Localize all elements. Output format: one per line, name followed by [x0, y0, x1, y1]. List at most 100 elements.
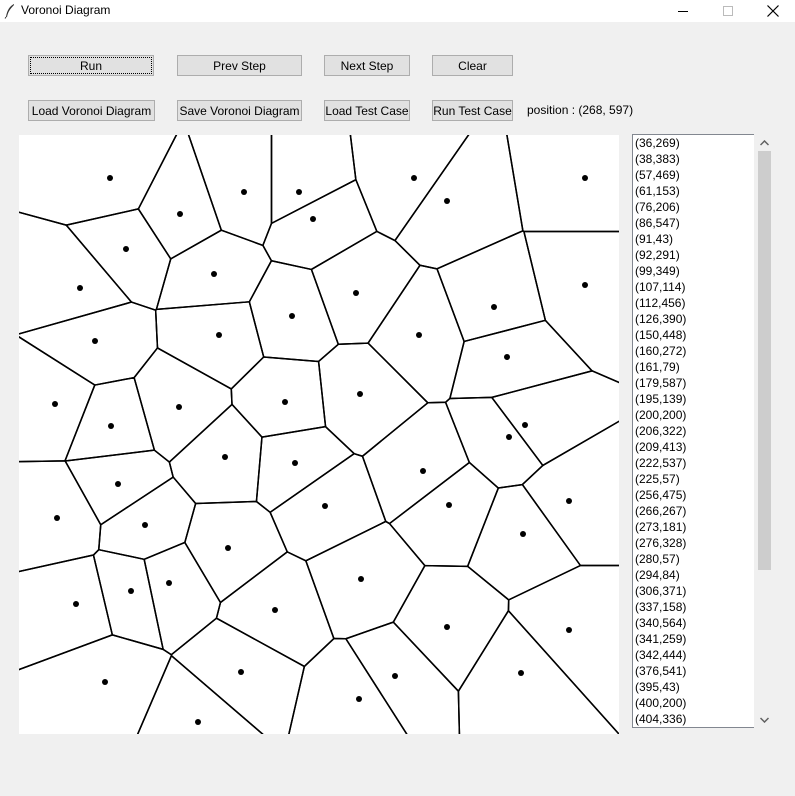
site-point — [416, 332, 422, 338]
point-list-item[interactable]: (107,114) — [633, 279, 754, 295]
run-test-case-button[interactable]: Run Test Case — [432, 100, 513, 121]
point-list-item[interactable]: (294,84) — [633, 567, 754, 583]
run-button[interactable]: Run — [28, 55, 154, 76]
site-point — [142, 522, 148, 528]
load-voronoi-diagram-button[interactable]: Load Voronoi Diagram — [28, 100, 155, 121]
voronoi-cell — [317, 342, 429, 457]
point-list-item[interactable]: (225,57) — [633, 471, 754, 487]
voronoi-cell — [521, 420, 619, 567]
voronoi-diagram[interactable] — [19, 135, 619, 734]
site-point — [520, 531, 526, 537]
point-list-item[interactable]: (222,537) — [633, 455, 754, 471]
point-list-item[interactable]: (150,448) — [633, 327, 754, 343]
point-list-scrollbar[interactable] — [756, 134, 773, 728]
scroll-down-button[interactable] — [756, 711, 773, 728]
point-list-item[interactable]: (91,43) — [633, 231, 754, 247]
point-list-item[interactable]: (209,413) — [633, 439, 754, 455]
voronoi-cell — [394, 135, 524, 270]
point-list-item[interactable]: (266,267) — [633, 503, 754, 519]
point-list[interactable]: (36,269) (38,383) (57,469) (61,153) (76,206)… — [632, 134, 754, 728]
point-list-item[interactable]: (112,456) — [633, 295, 754, 311]
close-button[interactable] — [750, 0, 795, 22]
voronoi-cell — [19, 211, 133, 335]
site-point — [504, 354, 510, 360]
site-point — [289, 313, 295, 319]
point-list-item[interactable]: (404,336) — [633, 711, 754, 727]
point-list-item[interactable]: (38,383) — [633, 151, 754, 167]
site-point — [353, 290, 359, 296]
point-list-item[interactable]: (342,444) — [633, 647, 754, 663]
point-list-item[interactable]: (273,181) — [633, 519, 754, 535]
voronoi-cell — [143, 541, 222, 656]
voronoi-cell — [65, 208, 172, 311]
site-point — [322, 503, 328, 509]
point-list-item[interactable]: (86,547) — [633, 215, 754, 231]
voronoi-cell — [288, 637, 408, 734]
voronoi-cell — [262, 178, 378, 271]
point-list-item[interactable]: (306,371) — [633, 583, 754, 599]
window-title: Voronoi Diagram — [21, 3, 111, 17]
point-list-item[interactable]: (57,469) — [633, 167, 754, 183]
title-bar: Voronoi Diagram — [0, 0, 795, 22]
point-list-item[interactable]: (340,564) — [633, 615, 754, 631]
site-point — [241, 189, 247, 195]
voronoi-cell — [388, 461, 500, 568]
voronoi-cell — [19, 336, 96, 463]
voronoi-cell — [98, 476, 197, 561]
site-point — [310, 216, 316, 222]
point-list-item[interactable]: (195,139) — [633, 391, 754, 407]
point-list-item[interactable]: (76,206) — [633, 199, 754, 215]
voronoi-cell — [137, 135, 223, 260]
point-list-item[interactable]: (160,272) — [633, 343, 754, 359]
site-point — [108, 423, 114, 429]
minimize-button[interactable] — [660, 0, 706, 22]
point-list-item[interactable]: (337,158) — [633, 599, 754, 615]
point-list-item[interactable]: (200,200) — [633, 407, 754, 423]
point-list-item[interactable]: (400,200) — [633, 695, 754, 711]
voronoi-cell — [444, 396, 544, 489]
site-point — [518, 670, 524, 676]
voronoi-cell — [491, 370, 619, 467]
point-list-item[interactable]: (256,475) — [633, 487, 754, 503]
voronoi-cell — [19, 301, 159, 386]
save-voronoi-diagram-button[interactable]: Save Voronoi Diagram — [177, 100, 302, 121]
site-point — [582, 175, 588, 181]
scroll-up-button[interactable] — [756, 134, 773, 151]
voronoi-canvas[interactable] — [19, 135, 619, 734]
prev-step-button[interactable]: Prev Step — [177, 55, 302, 76]
maximize-button[interactable] — [705, 0, 751, 22]
clear-button[interactable]: Clear — [432, 55, 513, 76]
site-point — [444, 198, 450, 204]
voronoi-cell — [19, 460, 102, 573]
point-list-item[interactable]: (61,153) — [633, 183, 754, 199]
site-point — [506, 434, 512, 440]
voronoi-cell — [248, 260, 340, 363]
point-list-item[interactable]: (206,322) — [633, 423, 754, 439]
voronoi-cell — [170, 617, 306, 734]
scroll-thumb[interactable] — [758, 151, 771, 570]
site-point — [566, 498, 572, 504]
position-readout: position : (268, 597) — [527, 103, 634, 117]
point-list-item[interactable]: (280,57) — [633, 551, 754, 567]
point-list-item[interactable]: (36,269) — [633, 135, 754, 151]
point-list-item[interactable]: (92,291) — [633, 247, 754, 263]
site-point — [107, 175, 113, 181]
point-list-item[interactable]: (161,79) — [633, 359, 754, 375]
site-point — [420, 468, 426, 474]
point-list-item[interactable]: (179,587) — [633, 375, 754, 391]
point-list-item[interactable]: (99,349) — [633, 263, 754, 279]
point-list-item[interactable]: (395,43) — [633, 679, 754, 695]
point-list-item[interactable]: (341,259) — [633, 631, 754, 647]
voronoi-cell — [457, 609, 619, 734]
point-list-item[interactable]: (276,328) — [633, 535, 754, 551]
site-point — [446, 502, 452, 508]
next-step-button[interactable]: Next Step — [324, 55, 410, 76]
maximize-icon — [723, 6, 733, 16]
load-test-case-button[interactable]: Load Test Case — [324, 100, 410, 121]
point-list-item[interactable]: (126,390) — [633, 311, 754, 327]
site-point — [582, 282, 588, 288]
voronoi-cell — [168, 403, 263, 505]
site-point — [123, 246, 129, 252]
point-list-item[interactable]: (376,541) — [633, 663, 754, 679]
voronoi-cell — [305, 520, 426, 640]
